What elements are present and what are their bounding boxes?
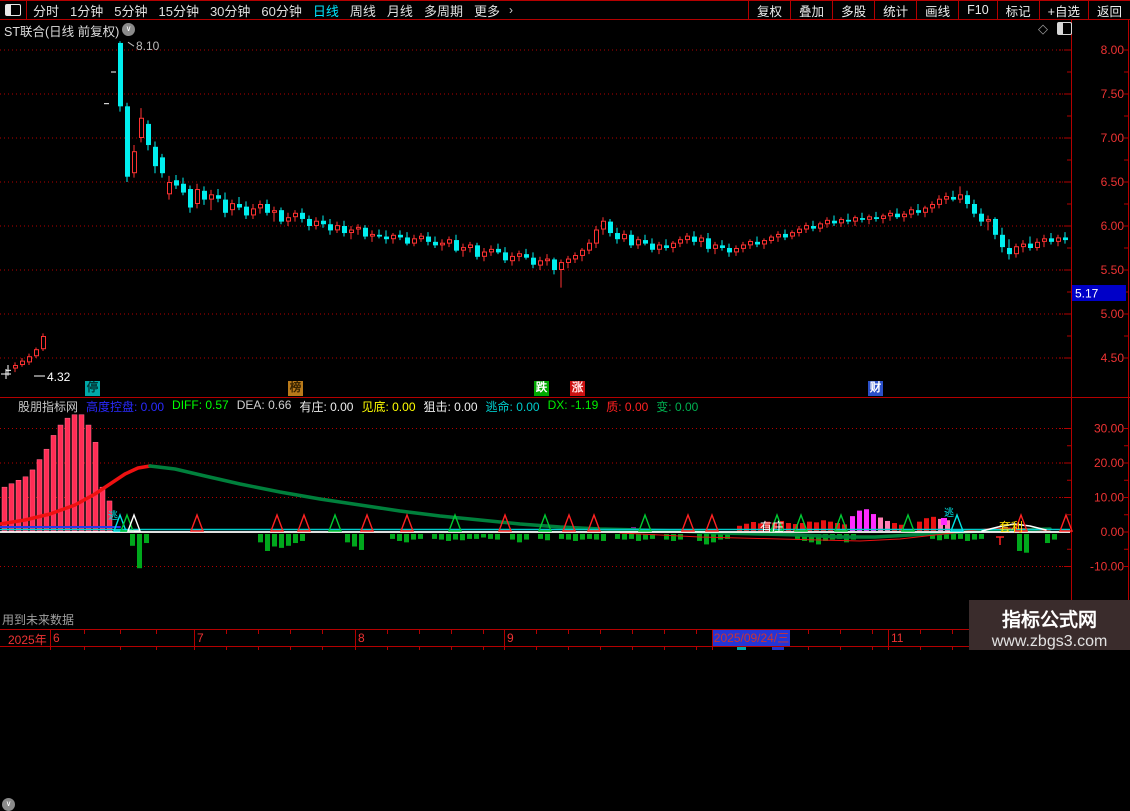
toolbar-action-3[interactable]: 统计 <box>874 1 916 19</box>
title-chevron-down-icon[interactable]: ∨ <box>122 23 135 36</box>
frame-lines <box>0 20 1130 647</box>
indicator-field-3: 有庄: 0.00 <box>299 399 354 414</box>
chart-badge-财[interactable]: 财 <box>868 381 883 396</box>
indicator-grid: 30.00 20.00 10.00 0.00 -10.00 <box>0 422 1128 574</box>
svg-text:6.50: 6.50 <box>1101 175 1125 189</box>
diamond-icon[interactable]: ◇ <box>1038 22 1048 35</box>
top-toolbar: 分时 1分钟 5分钟 15分钟 30分钟 60分钟 日线 周线 月线 多周期 更多 › 复权 叠加 多股… <box>0 0 1130 20</box>
chart-badge-涨[interactable]: 涨 <box>570 381 585 396</box>
action-menu: 复权 叠加 多股 统计 画线 F10 标记 +自选 返回 <box>748 1 1130 19</box>
indicator-field-4: 见底: 0.00 <box>361 399 416 414</box>
window-layout-icon <box>5 4 21 16</box>
main-grid: 8.00 7.50 7.00 6.50 6.00 5.50 5.00 4.50 <box>0 43 1128 365</box>
svg-text:-10.00: -10.00 <box>1090 560 1124 574</box>
toolbar-period-8[interactable]: 月线 <box>387 1 413 20</box>
toolbar-action-0[interactable]: 复权 <box>748 1 790 19</box>
indicator-fields: 高度控盘: 0.00 DIFF: 0.57 DEA: 0.66 有庄: 0.00 见底:… <box>86 398 706 415</box>
indicator-chevron-down-icon[interactable]: ∨ <box>2 798 15 811</box>
indicator-field-9: 变: 0.00 <box>656 399 699 414</box>
toolbar-action-1[interactable]: 叠加 <box>790 1 832 19</box>
svg-text:7.50: 7.50 <box>1101 87 1125 101</box>
indicator-field-2: DEA: 0.66 <box>236 397 292 412</box>
toolbar-period-10[interactable]: 更多 <box>474 1 500 20</box>
toolbar-action-4[interactable]: 画线 <box>916 1 958 19</box>
toolbar-period-4[interactable]: 30分钟 <box>210 1 250 20</box>
timeline-month-11: 11 <box>891 631 904 645</box>
toolbar-period-7[interactable]: 周线 <box>350 1 376 20</box>
svg-text:有庄: 有庄 <box>760 519 784 534</box>
indicator-source-label: 股朋指标网 <box>18 399 79 414</box>
candlestick-series <box>6 41 1068 376</box>
toolbar-period-3[interactable]: 15分钟 <box>158 1 198 20</box>
svg-text:8.10: 8.10 <box>136 39 160 53</box>
toolbar-action-7[interactable]: +自选 <box>1038 1 1088 19</box>
timeline-month-9: 9 <box>507 631 514 645</box>
toolbar-period-1[interactable]: 1分钟 <box>70 1 103 20</box>
toolbar-action-8[interactable]: 返回 <box>1087 1 1130 19</box>
chart-badge-榜[interactable]: 榜 <box>288 381 303 396</box>
period-menu: 分时 1分钟 5分钟 15分钟 30分钟 60分钟 日线 周线 月线 多周期 更多 <box>33 1 511 20</box>
toolbar-period-0[interactable]: 分时 <box>33 1 59 20</box>
svg-text:10.00: 10.00 <box>1094 491 1124 505</box>
indicator-field-6: 逃命: 0.00 <box>485 399 540 414</box>
watermark-box: 指标公式网 www.zbgs3.com <box>969 600 1130 650</box>
svg-text:逃: 逃 <box>108 509 118 522</box>
chart-badge-停[interactable]: 停 <box>85 381 100 396</box>
svg-text:5.00: 5.00 <box>1101 307 1125 321</box>
svg-text:5.17: 5.17 <box>1075 287 1099 301</box>
timeline-month-6: 6 <box>53 631 60 645</box>
toolbar-period-6[interactable]: 日线 <box>313 1 339 20</box>
toolbar-action-5[interactable]: F10 <box>958 1 997 19</box>
toolbar-action-6[interactable]: 标记 <box>996 1 1039 19</box>
price-annotations: 8.10 4.32 <box>1 39 160 384</box>
future-data-note: 用到未来数据 <box>2 613 75 627</box>
svg-text:0.00: 0.00 <box>1101 525 1125 539</box>
timeline-year-label: 2025年 <box>8 633 47 647</box>
timeline-month-7: 7 <box>197 631 204 645</box>
indicator-field-8: 质: 0.00 <box>606 399 649 414</box>
watermark-url: www.zbgs3.com <box>991 633 1108 650</box>
svg-text:8.00: 8.00 <box>1101 43 1125 57</box>
svg-text:20.00: 20.00 <box>1094 456 1124 470</box>
indicator-histogram <box>1 414 1057 569</box>
toolbar-period-5[interactable]: 60分钟 <box>261 1 301 20</box>
more-arrow-icon[interactable]: › <box>509 3 513 17</box>
watermark-title: 指标公式网 <box>1001 610 1097 631</box>
toolbar-period-2[interactable]: 5分钟 <box>114 1 147 20</box>
svg-text:5.50: 5.50 <box>1101 263 1125 277</box>
trading-app-window: { "toolbar": { "left_items": [ {"label":… <box>0 0 1130 811</box>
panel-split-icon[interactable] <box>1057 22 1072 35</box>
svg-text:套利: 套利 <box>999 520 1023 534</box>
svg-text:4.50: 4.50 <box>1101 351 1125 365</box>
chart-badge-跌[interactable]: 跌 <box>534 381 549 396</box>
selected-date-box: 2025/09/24/三 <box>713 630 790 646</box>
indicator-field-5: 狙击: 0.00 <box>423 399 478 414</box>
price-marker: 5.17 <box>1072 285 1126 301</box>
chart-canvas: 8.00 7.50 7.00 6.50 6.00 5.50 5.00 4.50 8.10 4.32… <box>0 20 1130 650</box>
indicator-curves <box>0 464 1070 542</box>
svg-text:30.00: 30.00 <box>1094 422 1124 436</box>
svg-text:6.00: 6.00 <box>1101 219 1125 233</box>
toolbar-period-9[interactable]: 多周期 <box>424 1 463 20</box>
svg-text:逃: 逃 <box>944 506 954 519</box>
toolbar-action-2[interactable]: 多股 <box>832 1 874 19</box>
indicator-field-0: 高度控盘: 0.00 <box>86 399 165 414</box>
chart-title: ST联合(日线 前复权) <box>4 25 120 39</box>
indicator-field-1: DIFF: 0.57 <box>172 397 229 412</box>
timeline-month-8: 8 <box>358 631 365 645</box>
window-layout-button[interactable] <box>0 1 27 19</box>
svg-text:4.32: 4.32 <box>47 370 71 384</box>
svg-text:7.00: 7.00 <box>1101 131 1125 145</box>
indicator-header: ∨ 股朋指标网 高度控盘: 0.00 DIFF: 0.57 DEA: 0.66 有庄:… <box>0 398 1070 811</box>
indicator-field-7: DX: -1.19 <box>547 397 599 412</box>
